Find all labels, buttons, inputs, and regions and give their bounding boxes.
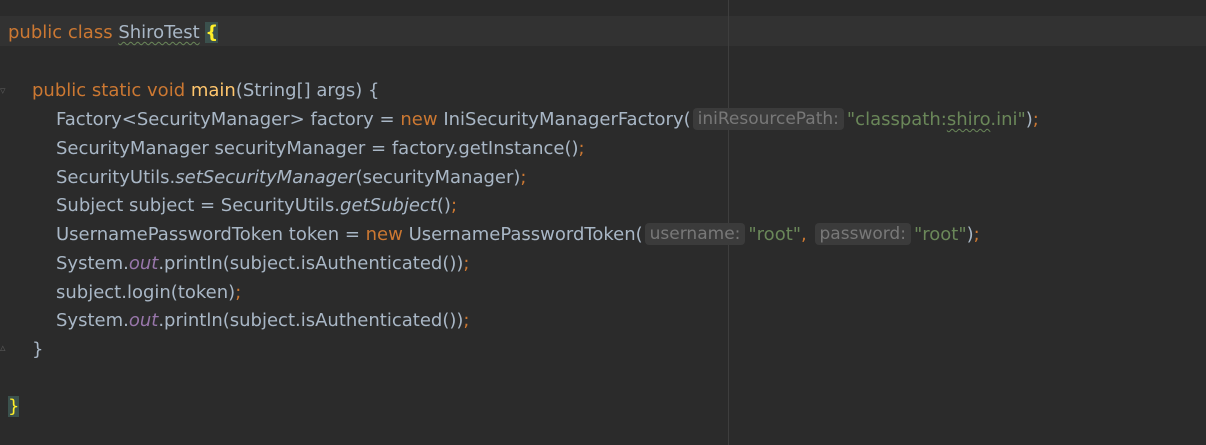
param-hint-ini-resource-path: iniResourcePath: xyxy=(692,108,844,130)
code-line-subject[interactable]: Subject subject = SecurityUtils.getSubje… xyxy=(56,191,457,220)
code-line-token[interactable]: UsernamePasswordToken token = new Userna… xyxy=(56,220,980,249)
string-ini-close: .ini" xyxy=(990,109,1026,130)
system-prefix: System. xyxy=(56,253,129,274)
code-line-security-manager[interactable]: SecurityManager securityManager = factor… xyxy=(56,134,585,163)
code-line-method-close[interactable]: } xyxy=(32,335,43,364)
code-line-println-2[interactable]: System.out.println(subject.isAuthenticat… xyxy=(56,306,469,335)
code-line-factory[interactable]: Factory<SecurityManager> factory = new I… xyxy=(56,105,1039,134)
static-method-set-security-manager: setSecurityManager xyxy=(175,167,356,188)
fold-marker-icon[interactable]: ▿ xyxy=(0,84,8,98)
code-line-println-1[interactable]: System.out.println(subject.isAuthenticat… xyxy=(56,249,469,278)
semicolon: ; xyxy=(578,138,585,159)
main-params: (String[] args) { xyxy=(235,80,380,101)
code-line-main-declaration[interactable]: public static void main(String[] args) { xyxy=(32,76,379,105)
method-close-brace: } xyxy=(32,339,44,360)
semicolon: ; xyxy=(973,224,980,245)
subject-declaration: Subject subject = SecurityUtils. xyxy=(56,195,341,216)
code-line-class-close[interactable]: } xyxy=(8,392,20,421)
println-call: .println(subject.isAuthenticated()) xyxy=(158,310,464,331)
semicolon: ; xyxy=(235,282,242,303)
keyword-public: public xyxy=(8,22,63,43)
class-open-brace: { xyxy=(205,22,219,43)
keyword-class: class xyxy=(67,22,113,43)
code-line-class-declaration[interactable]: public class ShiroTest { xyxy=(8,18,219,47)
semicolon: ; xyxy=(463,310,470,331)
semicolon: ; xyxy=(463,253,470,274)
token-declaration: UsernamePasswordToken token = xyxy=(56,224,366,245)
factory-constructor: IniSecurityManagerFactory( xyxy=(437,109,691,130)
system-prefix: System. xyxy=(56,310,129,331)
string-shiro-word: shiro xyxy=(946,109,991,130)
set-manager-args: (securityManager) xyxy=(355,167,521,188)
factory-declaration: Factory<SecurityManager> factory = xyxy=(56,109,401,130)
token-close-paren: ) xyxy=(966,224,974,245)
fold-end-marker-icon[interactable]: ▵ xyxy=(0,341,8,355)
static-field-out: out xyxy=(128,253,159,274)
code-line-set-security-manager[interactable]: SecurityUtils.setSecurityManager(securit… xyxy=(56,163,526,192)
static-method-get-subject: getSubject xyxy=(340,195,437,216)
string-username-value: "root" xyxy=(748,224,802,245)
main-modifiers: public static void xyxy=(32,80,186,101)
param-hint-username: username: xyxy=(644,223,746,245)
security-utils-prefix: SecurityUtils. xyxy=(56,167,176,188)
param-hint-password: password: xyxy=(814,223,911,245)
main-method-name: main xyxy=(190,80,236,101)
login-statement: subject.login(token) xyxy=(56,282,236,303)
code-line-login[interactable]: subject.login(token); xyxy=(56,278,241,307)
code-editor[interactable]: ▿ ▵ public class ShiroTest { public stat… xyxy=(0,0,1206,445)
get-subject-args: () xyxy=(436,195,451,216)
semicolon: ; xyxy=(450,195,458,216)
string-password-value: "root" xyxy=(913,224,967,245)
token-constructor: UsernamePasswordToken( xyxy=(402,224,643,245)
keyword-new: new xyxy=(365,224,403,245)
semicolon: ; xyxy=(1032,109,1039,130)
security-manager-statement: SecurityManager securityManager = factor… xyxy=(56,138,579,159)
class-name: ShiroTest xyxy=(118,22,200,43)
semicolon: ; xyxy=(520,167,527,188)
static-field-out: out xyxy=(128,310,159,331)
string-classpath-open: "classpath: xyxy=(846,109,947,130)
comma: , xyxy=(801,224,807,245)
class-close-brace: } xyxy=(8,396,20,417)
factory-close-paren: ) xyxy=(1025,109,1033,130)
keyword-new: new xyxy=(400,109,438,130)
println-call: .println(subject.isAuthenticated()) xyxy=(158,253,464,274)
